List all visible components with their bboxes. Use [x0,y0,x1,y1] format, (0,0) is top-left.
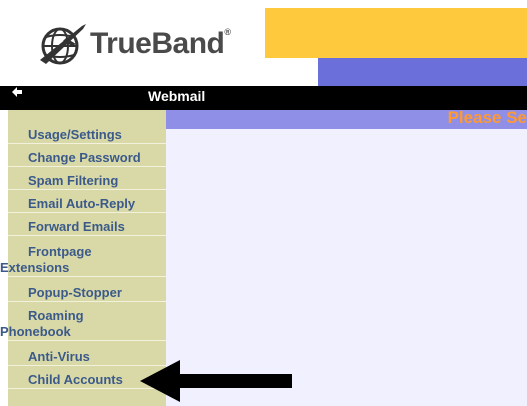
section-bar: Webmail [0,86,527,110]
sidebar-item-label: Email Auto-Reply [28,196,136,211]
sidebar-item-spam-filtering[interactable]: Spam Filtering [8,173,166,190]
page-heading: Please Se [447,108,527,127]
brand-name: TrueBand® [90,27,231,60]
arrow-left-icon[interactable] [11,86,23,98]
content-header: Please Se [166,108,527,129]
sidebar-item-label: Usage/Settings [28,127,122,142]
sidebar-item-usage-settings[interactable]: Usage/Settings [8,127,166,144]
sidebar-item-label: Phonebook [0,324,71,339]
sidebar-item-roaming-phonebook[interactable]: Roaming Phonebook [0,308,166,341]
sidebar-item-forward-emails[interactable]: Forward Emails [8,219,166,236]
section-title: Webmail [148,88,206,104]
sidebar-item-email-auto-reply[interactable]: Email Auto-Reply [8,196,166,213]
sidebar-item-label: Roaming [28,308,84,323]
sidebar-item-change-password[interactable]: Change Password [8,150,166,167]
sidebar-item-popup-stopper[interactable]: Popup-Stopper [8,285,166,302]
header-yellow-band [265,8,527,58]
sidebar-item-label: Extensions [0,260,70,275]
header-purple-band [318,58,527,86]
sidebar-item-label: Forward Emails [28,219,125,234]
arrow-left-icon [140,360,292,402]
sidebar-item-label: Change Password [28,150,141,165]
globe-plane-icon [40,24,86,65]
sidebar-item-label: Frontpage [28,244,92,259]
sidebar-item-label: Spam Filtering [28,173,119,188]
sidebar-item-frontpage-extensions[interactable]: Frontpage Extensions [0,244,166,277]
trueband-logo: TrueBand® [36,20,246,72]
sidebar-item-label: Popup-Stopper [28,285,122,300]
